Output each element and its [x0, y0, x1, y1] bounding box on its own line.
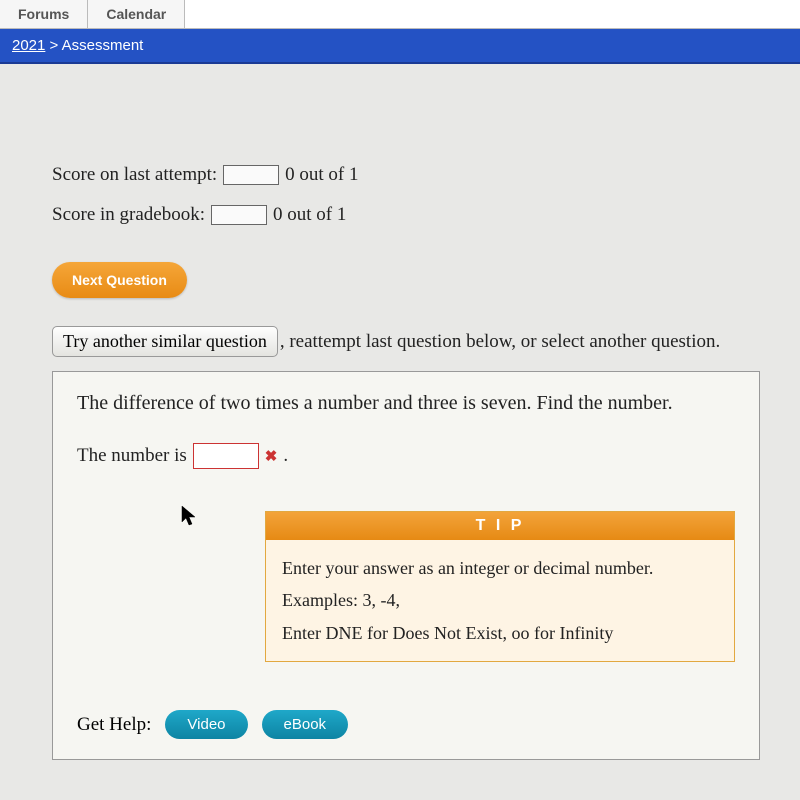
retry-text: , reattempt last question below, or sele… — [280, 331, 720, 352]
wrong-mark-icon: ✖ — [265, 447, 278, 466]
tip-header: T I P — [266, 512, 734, 540]
score-gradebook-value: 0 out of 1 — [273, 204, 346, 226]
breadcrumb: 2021 > Assessment — [0, 29, 800, 64]
main-content: Score on last attempt: 0 out of 1 Score … — [0, 64, 800, 780]
retry-row: Try another similar question, reattempt … — [52, 326, 760, 357]
breadcrumb-link-2021[interactable]: 2021 — [12, 37, 45, 54]
score-last-attempt-box — [223, 165, 279, 185]
question-prompt: The difference of two times a number and… — [77, 392, 735, 415]
score-last-attempt-label: Score on last attempt: — [52, 164, 217, 186]
next-question-button[interactable]: Next Question — [52, 262, 187, 298]
help-video-button[interactable]: Video — [165, 710, 247, 739]
answer-prefix: The number is — [77, 445, 187, 467]
answer-line: The number is ✖ . — [77, 443, 735, 469]
tip-line-1: Enter your answer as an integer or decim… — [282, 552, 718, 617]
tab-forums[interactable]: Forums — [0, 0, 88, 28]
tip-body: Enter your answer as an integer or decim… — [266, 540, 734, 661]
breadcrumb-sep: > — [45, 37, 61, 54]
get-help-row: Get Help: Video eBook — [77, 710, 735, 739]
question-box: The difference of two times a number and… — [52, 371, 760, 760]
tab-calendar[interactable]: Calendar — [88, 0, 185, 28]
nav-tabs: Forums Calendar — [0, 0, 800, 29]
breadcrumb-current: Assessment — [62, 37, 144, 54]
answer-suffix: . — [283, 445, 288, 467]
tip-line-2: Enter DNE for Does Not Exist, oo for Inf… — [282, 617, 718, 649]
score-gradebook-row: Score in gradebook: 0 out of 1 — [52, 204, 760, 226]
get-help-label: Get Help: — [77, 714, 151, 736]
score-last-attempt-row: Score on last attempt: 0 out of 1 — [52, 164, 760, 186]
score-last-attempt-value: 0 out of 1 — [285, 164, 358, 186]
answer-input[interactable] — [193, 443, 259, 469]
help-ebook-button[interactable]: eBook — [262, 710, 349, 739]
score-gradebook-box — [211, 205, 267, 225]
score-gradebook-label: Score in gradebook: — [52, 204, 205, 226]
tip-box: T I P Enter your answer as an integer or… — [265, 511, 735, 662]
try-another-button[interactable]: Try another similar question — [52, 326, 278, 357]
